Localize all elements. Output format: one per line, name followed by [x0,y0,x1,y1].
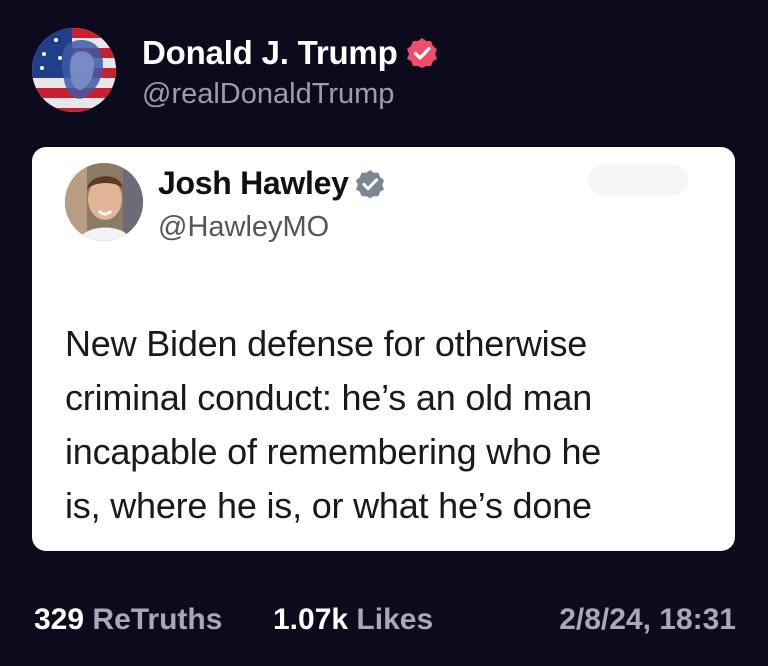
quoted-post-card[interactable]: Josh Hawley @HawleyMO New Biden defense … [32,147,735,551]
quoted-text-line: incapable of remembering who he [65,431,602,472]
retruths-label: ReTruths [92,603,223,636]
flag-portrait-avatar-image [32,28,116,112]
verified-badge-icon [355,169,385,199]
quoted-text-line: criminal conduct: he’s an old man [65,377,593,418]
author-handle[interactable]: @realDonaldTrump [142,78,394,111]
quoted-post-text: New Biden defense for otherwise criminal… [65,317,705,533]
post-timestamp[interactable]: 2/8/24, 18:31 [559,603,736,637]
likes-count: 1.07k [273,603,349,636]
verified-badge-icon [406,37,438,69]
portrait-photo [65,163,143,241]
retruths-count: 329 [34,603,85,636]
retruths-stat[interactable]: 329 ReTruths [34,603,222,637]
likes-label: Likes [356,603,434,636]
quoted-text-line: is, where he is, or what he’s done [65,485,592,526]
quoted-author-name[interactable]: Josh Hawley [158,165,349,202]
likes-stat[interactable]: 1.07k Likes [273,603,433,637]
post-stats: 329 ReTruths 1.07k Likes 2/8/24, 18:31 [34,603,736,643]
quoted-author-name-row: Josh Hawley [158,165,385,202]
author-name[interactable]: Donald J. Trump [142,34,398,72]
quoted-avatar[interactable] [65,163,143,241]
avatar[interactable] [32,28,116,112]
quoted-author-handle[interactable]: @HawleyMO [158,211,329,244]
quoted-text-line: New Biden defense for otherwise [65,323,588,364]
post-header: Donald J. Trump @realDonaldTrump [32,28,732,114]
author-name-row: Donald J. Trump [142,34,438,72]
redacted-area [588,165,688,195]
